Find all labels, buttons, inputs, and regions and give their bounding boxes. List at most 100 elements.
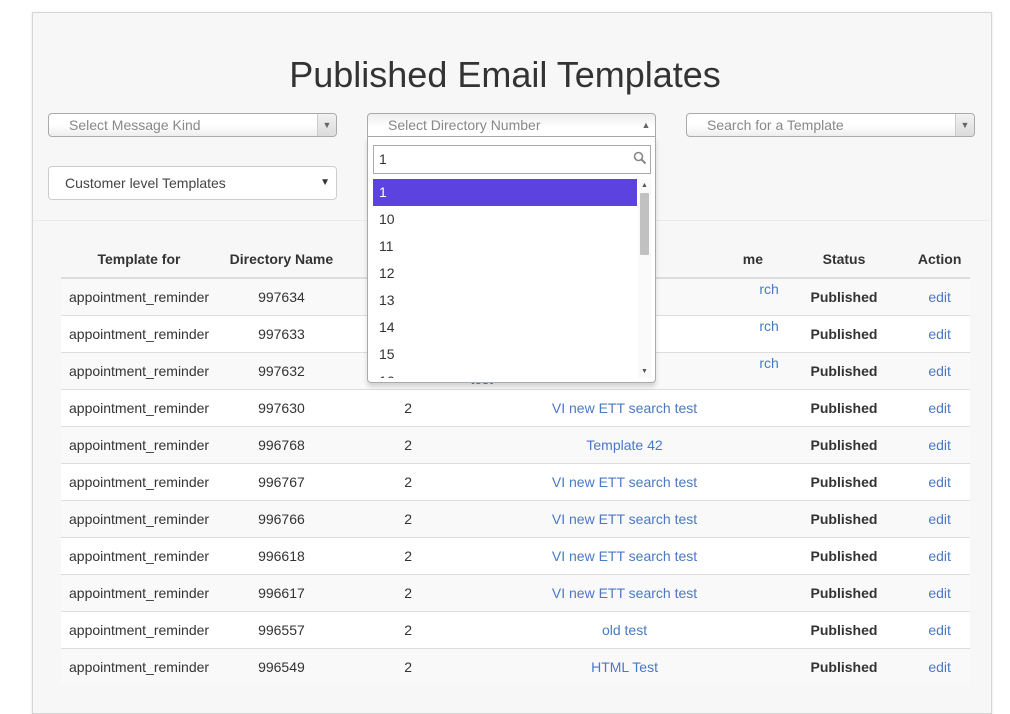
cell-directory-name: 996766 [216,500,346,538]
cell-status: Published [778,426,910,464]
edit-link[interactable]: edit [928,659,951,675]
dropdown-option[interactable]: 13 [373,287,637,314]
cell-template-for: appointment_reminder [61,389,217,427]
table-row: appointment_reminder 996766 2 VI new ETT se… [61,500,970,538]
cell-status: Published [778,537,910,575]
search-icon [633,151,647,165]
template-search-select[interactable]: Search for a Template ▼ [686,113,975,137]
edit-link[interactable]: edit [928,622,951,638]
table-row: appointment_reminder 996549 2 HTML Test Publ… [61,648,970,685]
template-level-value: Customer level Templates [65,175,226,191]
edit-link[interactable]: edit [928,548,951,564]
cell-directory-name: 996768 [216,426,346,464]
cell-status: Published [778,277,910,316]
cell-number: 2 [345,574,471,612]
cell-directory-name: 997632 [216,352,346,390]
message-kind-select[interactable]: Select Message Kind ▼ [48,113,337,137]
chevron-down-icon: ▼ [955,114,974,136]
edit-link[interactable]: edit [928,289,951,305]
message-kind-placeholder: Select Message Kind [69,117,201,133]
template-name-cell: VI new ETT search test [470,463,779,501]
scrollbar-thumb[interactable] [640,193,649,255]
column-header-status: Status [778,240,910,279]
edit-cell: edit [909,500,970,538]
cell-number: 2 [345,537,471,575]
directory-number-select[interactable]: Select Directory Number ▲ [367,113,656,137]
template-name-link[interactable]: VI new ETT search test [552,548,697,564]
edit-cell: edit [909,352,970,390]
cell-directory-name: 996618 [216,537,346,575]
cell-directory-name: 997630 [216,389,346,427]
edit-cell: edit [909,648,970,685]
cell-directory-name: 996557 [216,611,346,649]
cell-directory-name: 997633 [216,315,346,353]
cell-status: Published [778,352,910,390]
template-name-link[interactable]: VI new ETT search test [552,474,697,490]
dropdown-option[interactable]: 12 [373,260,637,287]
edit-link[interactable]: edit [928,511,951,527]
edit-link[interactable]: edit [928,326,951,342]
table-row: appointment_reminder 996767 2 VI new ETT se… [61,463,970,501]
table-row: appointment_reminder 996618 2 VI new ETT se… [61,537,970,575]
edit-link[interactable]: edit [928,585,951,601]
template-search-placeholder: Search for a Template [707,117,844,133]
cell-template-for: appointment_reminder [61,648,217,685]
cell-number: 2 [345,463,471,501]
edit-cell: edit [909,463,970,501]
chevron-down-icon: ▼ [317,114,336,136]
dropdown-scrollbar[interactable]: ▲ ▼ [638,179,651,378]
dropdown-option[interactable]: 11 [373,233,637,260]
table-row: appointment_reminder 996557 2 old test Publi… [61,611,970,649]
cell-number: 2 [345,500,471,538]
edit-cell: edit [909,277,970,316]
directory-number-placeholder: Select Directory Number [388,117,541,133]
cell-number: 2 [345,389,471,427]
table-row: appointment_reminder 997630 2 VI new ETT se… [61,389,970,427]
cell-directory-name: 996617 [216,574,346,612]
template-name-cell: HTML Test [470,648,779,685]
cell-template-for: appointment_reminder [61,574,217,612]
page-title: Published Email Templates [289,54,721,96]
cell-template-for: appointment_reminder [61,426,217,464]
column-header-directory-name: Directory Name [216,240,346,279]
cell-status: Published [778,463,910,501]
edit-cell: edit [909,315,970,353]
template-name-link[interactable]: VI new ETT search test [552,585,697,601]
cell-template-for: appointment_reminder [61,611,217,649]
directory-search-input[interactable]: 1 [373,145,651,174]
directory-options-list: 110111213141516 [373,179,637,378]
template-name-cell: VI new ETT search test [470,574,779,612]
edit-cell: edit [909,426,970,464]
cell-status: Published [778,574,910,612]
template-name-link[interactable]: VI new ETT search test [552,400,697,416]
dropdown-option[interactable]: 1 [373,179,637,206]
template-level-select[interactable]: Customer level Templates ▼ [48,166,337,200]
cell-template-for: appointment_reminder [61,537,217,575]
template-name-cell: VI new ETT search test [470,537,779,575]
column-header-action: Action [909,240,970,279]
scroll-up-icon[interactable]: ▲ [638,179,651,192]
edit-cell: edit [909,574,970,612]
template-name-link[interactable]: VI new ETT search test [552,511,697,527]
scroll-down-icon[interactable]: ▼ [638,365,651,378]
dropdown-option[interactable]: 14 [373,314,637,341]
cell-number: 2 [345,426,471,464]
directory-search-value: 1 [379,151,387,167]
template-name-link[interactable]: Template 42 [586,437,662,453]
edit-link[interactable]: edit [928,474,951,490]
edit-link[interactable]: edit [928,437,951,453]
dropdown-option[interactable]: 10 [373,206,637,233]
dropdown-option[interactable]: 16 [373,368,637,378]
cell-status: Published [778,648,910,685]
cell-template-for: appointment_reminder [61,500,217,538]
edit-link[interactable]: edit [928,400,951,416]
cell-status: Published [778,389,910,427]
dropdown-option[interactable]: 15 [373,341,637,368]
template-name-link[interactable]: HTML Test [591,659,658,675]
chevron-up-icon: ▲ [641,120,651,130]
template-name-cell: Template 42 [470,426,779,464]
template-name-link[interactable]: old test [602,622,647,638]
edit-link[interactable]: edit [928,363,951,379]
edit-cell: edit [909,389,970,427]
column-header-template-for: Template for [61,240,217,279]
